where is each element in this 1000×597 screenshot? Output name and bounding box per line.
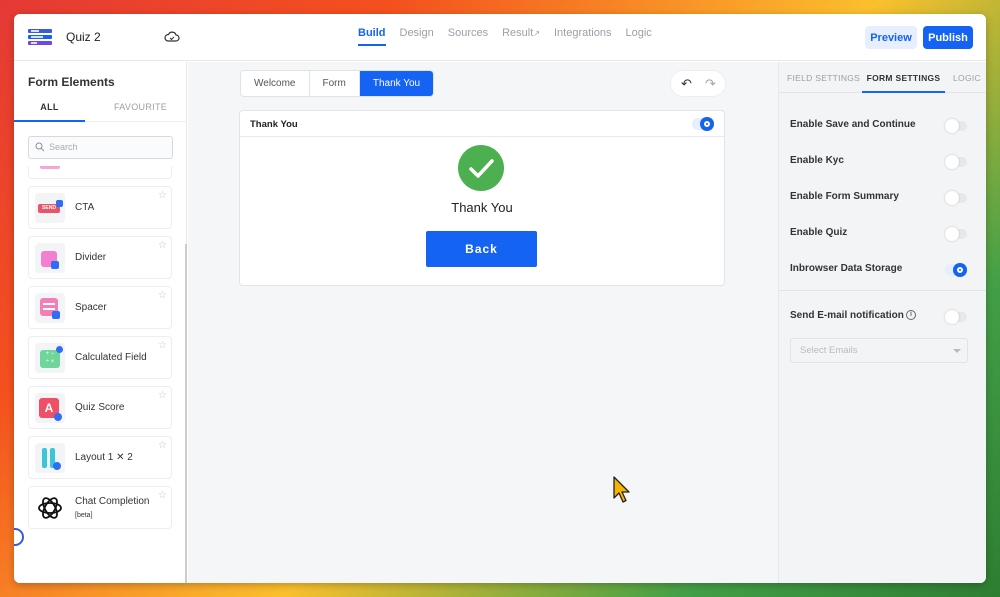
calculator-icon: + − ÷ ×	[35, 343, 65, 373]
app-window: Quiz 2 Build Design Sources Result↗ Inte…	[14, 14, 986, 583]
star-icon[interactable]: ☆	[158, 440, 167, 451]
quiz-toggle[interactable]	[945, 227, 967, 241]
setting-kyc-label: Enable Kyc	[790, 155, 844, 166]
send-icon: SEND	[35, 193, 65, 223]
undo-redo-group: ↶ ↷	[670, 70, 726, 97]
tab-all[interactable]: ALL	[14, 102, 85, 122]
help-widget-button[interactable]	[14, 528, 24, 546]
spacer-icon	[35, 293, 65, 323]
form-title[interactable]: Quiz 2	[66, 30, 101, 44]
star-icon[interactable]: ☆	[158, 390, 167, 401]
preview-button[interactable]: Preview	[865, 26, 917, 49]
tab-favourite[interactable]: FAVOURITE	[114, 102, 167, 112]
settings-panel: FIELD SETTINGS FORM SETTINGS LOGIC Enabl…	[778, 62, 986, 583]
save-continue-toggle[interactable]	[945, 119, 967, 133]
nav-design[interactable]: Design	[400, 27, 434, 46]
tab-thank-you[interactable]: Thank You	[359, 71, 434, 96]
data-storage-toggle[interactable]	[945, 263, 967, 277]
list-item-divider[interactable]: Divider ☆	[28, 236, 172, 279]
settings-tabs: FIELD SETTINGS FORM SETTINGS LOGIC	[779, 62, 986, 93]
star-icon[interactable]: ☆	[158, 490, 167, 501]
list-item-chat-completion[interactable]: Chat Completion [beta] ☆	[28, 486, 172, 529]
list-item-cta[interactable]: SEND CTA ☆	[28, 186, 172, 229]
nav-build[interactable]: Build	[358, 27, 386, 46]
sidebar-tabs: ALL FAVOURITE	[14, 96, 186, 122]
nav-result[interactable]: Result↗	[502, 27, 540, 46]
element-label: Spacer	[75, 302, 107, 313]
element-label: CTA	[75, 202, 95, 213]
openai-icon	[35, 493, 65, 523]
tab-field-settings[interactable]: FIELD SETTINGS	[787, 73, 860, 83]
top-bar: Quiz 2 Build Design Sources Result↗ Inte…	[14, 14, 986, 61]
undo-icon[interactable]: ↶	[681, 76, 692, 92]
sidebar-scrollbar[interactable]	[185, 244, 187, 583]
thank-you-message[interactable]: Thank You	[240, 200, 724, 215]
thank-you-toggle[interactable]	[692, 117, 714, 131]
list-item-calculated-field[interactable]: + − ÷ × Calculated Field ☆	[28, 336, 172, 379]
email-notification-label: Send E-mail notification	[790, 310, 904, 321]
cloud-sync-icon	[164, 31, 180, 42]
builder-canvas: Welcome Form Thank You ↶ ↷ Thank You Tha…	[188, 62, 778, 583]
elements-list: SEND CTA ☆ Divider ☆ Spacer ☆ + − ÷ × Ca…	[28, 166, 173, 583]
external-link-icon: ↗	[533, 29, 540, 38]
form-summary-toggle[interactable]	[945, 191, 967, 205]
nav-sources[interactable]: Sources	[448, 27, 488, 46]
thank-you-card: Thank You Thank You Back	[239, 110, 725, 286]
element-icon	[35, 166, 65, 173]
divider-icon	[35, 243, 65, 273]
email-notification-toggle[interactable]	[945, 310, 967, 324]
chevron-down-icon	[953, 349, 961, 353]
nav-logic[interactable]: Logic	[625, 27, 651, 46]
star-icon[interactable]: ☆	[158, 240, 167, 251]
select-emails-dropdown[interactable]: Select Emails	[790, 338, 968, 363]
tab-welcome[interactable]: Welcome	[241, 71, 310, 96]
beta-badge: [beta]	[75, 512, 93, 519]
mouse-cursor-icon	[613, 476, 630, 503]
app-logo-icon[interactable]	[28, 28, 52, 46]
search-input[interactable]: Search	[28, 136, 173, 159]
nav-integrations[interactable]: Integrations	[554, 27, 611, 46]
tab-logic[interactable]: LOGIC	[953, 73, 981, 83]
kyc-toggle[interactable]	[945, 155, 967, 169]
setting-save-continue-label: Enable Save and Continue	[790, 119, 916, 130]
publish-button[interactable]: Publish	[923, 26, 973, 49]
tab-form[interactable]: Form	[310, 71, 360, 96]
list-item-quiz-score[interactable]: A Quiz Score ☆	[28, 386, 172, 429]
element-label: Divider	[75, 252, 107, 263]
list-item-spacer[interactable]: Spacer ☆	[28, 286, 172, 329]
list-item-layout[interactable]: Layout 1 ✕ 2 ☆	[28, 436, 172, 479]
card-header: Thank You	[240, 111, 724, 137]
card-title: Thank You	[250, 119, 298, 130]
tab-form-settings[interactable]: FORM SETTINGS	[862, 73, 945, 93]
nav-result-label: Result	[502, 27, 534, 39]
element-label: Chat Completion [beta]	[75, 495, 165, 526]
list-item-partial[interactable]	[28, 166, 172, 179]
redo-icon[interactable]: ↷	[705, 76, 716, 92]
layout-icon	[35, 443, 65, 473]
main-nav: Build Design Sources Result↗ Integration…	[358, 27, 652, 46]
setting-data-storage-label: Inbrowser Data Storage	[790, 263, 903, 274]
star-icon[interactable]: ☆	[158, 290, 167, 301]
element-label: Quiz Score	[75, 402, 125, 413]
setting-form-summary-label: Enable Form Summary	[790, 191, 899, 202]
sidebar-title: Form Elements	[28, 75, 115, 89]
quiz-score-icon: A	[35, 393, 65, 423]
success-check-icon	[458, 145, 504, 191]
search-placeholder: Search	[49, 142, 78, 152]
star-icon[interactable]: ☆	[158, 340, 167, 351]
setting-quiz-label: Enable Quiz	[790, 227, 848, 238]
search-icon	[35, 142, 45, 152]
page-tabs: Welcome Form Thank You	[240, 70, 435, 97]
back-button[interactable]: Back	[426, 231, 537, 267]
form-elements-sidebar: Form Elements ALL FAVOURITE Search SEND	[14, 62, 187, 583]
info-icon[interactable]: i	[906, 310, 916, 320]
select-emails-placeholder: Select Emails	[800, 345, 858, 356]
chat-completion-label: Chat Completion	[75, 496, 150, 507]
element-label: Layout 1 ✕ 2	[75, 452, 133, 463]
star-icon[interactable]: ☆	[158, 190, 167, 201]
settings-divider	[779, 290, 986, 291]
element-label: Calculated Field	[75, 352, 147, 363]
